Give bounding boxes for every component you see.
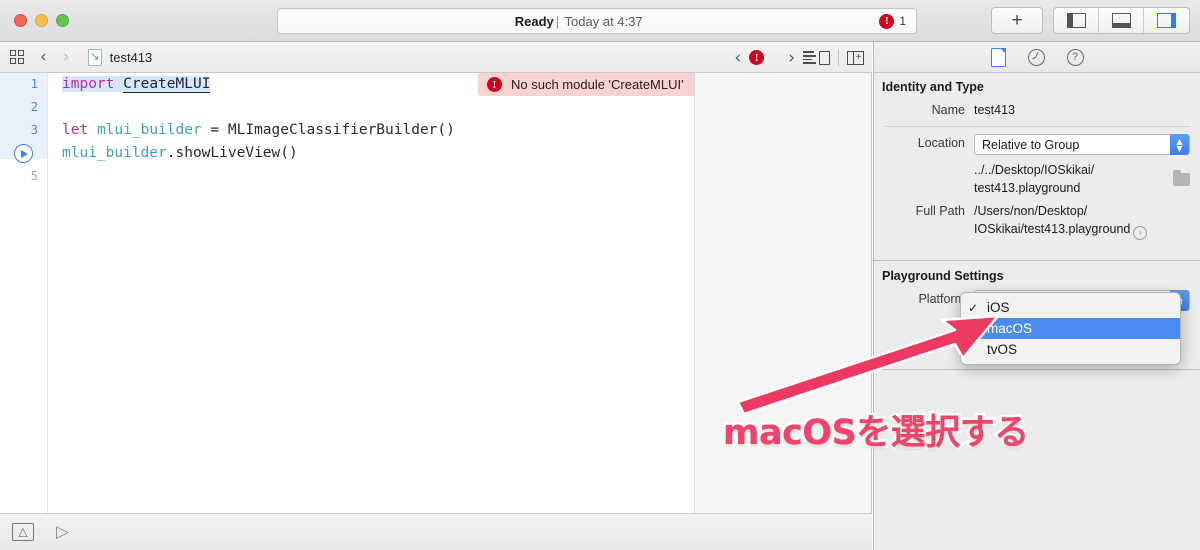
code-text-area[interactable]: import CreateMLUI let mlui_builder = MLI…: [48, 73, 696, 513]
line-number: 1: [30, 77, 38, 91]
jump-bar-right-group: ‹ ! › +: [718, 42, 864, 73]
file-icon[interactable]: [990, 47, 1006, 67]
swift-playground-file-icon: [87, 48, 102, 66]
related-items-icon[interactable]: [10, 50, 24, 64]
zoom-button[interactable]: [56, 14, 69, 27]
relative-path-line-2: test413.playground: [974, 181, 1081, 195]
inline-error-banner[interactable]: ! No such module 'CreateMLUI': [478, 73, 696, 96]
code-line-4[interactable]: mlui_builder.showLiveView(): [62, 142, 298, 165]
navigator-toggle-button[interactable]: [1054, 8, 1099, 33]
toolbar-divider: [838, 49, 839, 66]
inspector-divider: [884, 126, 1190, 127]
chevron-left-icon[interactable]: ‹: [40, 47, 47, 67]
annotation-text: macOSを選択する: [723, 413, 1029, 453]
name-label: Name: [931, 103, 965, 117]
variable-name: mlui_builder: [62, 145, 167, 161]
reveal-in-finder-icon[interactable]: ›: [1133, 226, 1148, 240]
identity-section-title: Identity and Type: [882, 80, 984, 94]
keyword-let: let: [62, 122, 89, 138]
folder-icon[interactable]: [1173, 170, 1190, 186]
variable-name: mlui_builder: [96, 122, 202, 138]
navigator-panel-icon: [1066, 13, 1086, 28]
status-error-group[interactable]: ! 1: [879, 13, 906, 29]
full-path-label: Full Path: [915, 204, 965, 218]
toolbar-right-group: +: [991, 7, 1190, 34]
show-console-icon[interactable]: [12, 523, 34, 541]
add-button[interactable]: +: [991, 7, 1043, 34]
checkmark-icon: ✓: [968, 300, 979, 315]
minimize-button[interactable]: [35, 14, 48, 27]
name-value[interactable]: test413: [974, 101, 1190, 119]
assistant-editor-icon[interactable]: +: [847, 50, 864, 65]
editor-jump-bar: ‹ › test413 ‹ ! › +: [0, 42, 872, 73]
question-icon[interactable]: ?: [1066, 48, 1084, 66]
activity-status-field: Ready | Today at 4:37 ! 1: [277, 8, 917, 34]
platform-popup-menu[interactable]: ✓ iOS macOS tvOS: [960, 292, 1181, 365]
debug-panel-icon: [1111, 13, 1131, 28]
debug-area-toggle-button[interactable]: [1099, 8, 1144, 33]
plus-icon: +: [1011, 10, 1023, 31]
menu-item-macos[interactable]: macOS: [961, 318, 1180, 339]
status-state: Ready: [514, 13, 554, 29]
menu-item-label: tvOS: [987, 342, 1018, 357]
location-popup-button[interactable]: Relative to Group ▲ ▼: [974, 134, 1190, 155]
run-playground-icon[interactable]: ▷: [56, 523, 69, 541]
status-separator: |: [555, 13, 560, 29]
full-path-line-1: /Users/non/Desktop/: [974, 204, 1088, 218]
keyword-import: import: [62, 76, 115, 92]
status-text: Ready | Today at 4:37: [278, 14, 879, 29]
chevron-right-icon[interactable]: ›: [63, 47, 70, 67]
editor-options-icon[interactable]: [803, 50, 830, 65]
issue-badge-icon[interactable]: !: [749, 50, 765, 65]
line-number-gutter: 1 2 3 5: [0, 73, 48, 513]
line-number: 5: [30, 169, 38, 183]
xcode-window: Ready | Today at 4:37 ! 1 + ‹ › ↘ test41…: [0, 0, 1200, 550]
inspector-toggle-button[interactable]: [1144, 8, 1189, 33]
error-circle-icon: !: [487, 77, 502, 92]
issue-next-icon[interactable]: ›: [788, 48, 795, 68]
line-number: 2: [30, 100, 38, 114]
relative-path-line-1: ../../Desktop/IOSkikai/: [974, 163, 1095, 177]
full-path-row: Full Path /Users/non/Desktop/ IOSkikai/t…: [874, 199, 1200, 242]
module-name: CreateMLUI: [123, 76, 211, 93]
menu-item-label: macOS: [987, 321, 1033, 336]
name-row: Name test413: [874, 99, 1200, 121]
location-value: Relative to Group: [982, 137, 1080, 152]
section-separator: [874, 369, 1200, 370]
editor-layout-segmented-control: [1053, 7, 1190, 34]
playground-bottom-bar: ▷: [0, 513, 872, 550]
relative-path-row: ../../Desktop/IOSkikai/ test413.playgrou…: [874, 157, 1200, 199]
error-count: 1: [899, 14, 906, 28]
window-title-bar: Ready | Today at 4:37 ! 1 +: [0, 0, 1200, 42]
status-detail: Today at 4:37: [564, 13, 643, 29]
line-number: 3: [30, 123, 38, 137]
code-expression: = MLImageClassifierBuilder(): [201, 122, 455, 138]
error-circle-icon: !: [879, 13, 895, 29]
traffic-light-group: [14, 14, 69, 27]
inspector-panel-icon: [1157, 13, 1176, 28]
error-message: No such module 'CreateMLUI': [511, 77, 684, 92]
inspector-tab-bar: ?: [874, 42, 1200, 73]
full-path-line-2: IOSkikai/test413.playground: [974, 222, 1131, 236]
location-stepper-icon[interactable]: ▲ ▼: [1170, 134, 1189, 155]
location-row: Location Relative to Group ▲ ▼: [874, 132, 1200, 157]
platform-label: Platform: [918, 292, 965, 306]
close-button[interactable]: [14, 14, 27, 27]
playground-section-title: Playground Settings: [882, 269, 1004, 283]
code-line-1[interactable]: import CreateMLUI: [62, 73, 211, 96]
menu-item-tvos[interactable]: tvOS: [961, 339, 1180, 360]
clock-icon[interactable]: [1027, 48, 1045, 66]
run-playground-line-button[interactable]: [14, 144, 33, 163]
menu-item-ios[interactable]: ✓ iOS: [961, 297, 1180, 318]
code-method-call: .showLiveView(): [166, 145, 298, 161]
jump-bar-filename[interactable]: test413: [110, 50, 153, 65]
menu-item-label: iOS: [987, 300, 1010, 315]
code-line-3[interactable]: let mlui_builder = MLImageClassifierBuil…: [62, 119, 455, 142]
issue-prev-icon[interactable]: ‹: [734, 48, 741, 68]
location-label: Location: [917, 136, 965, 150]
